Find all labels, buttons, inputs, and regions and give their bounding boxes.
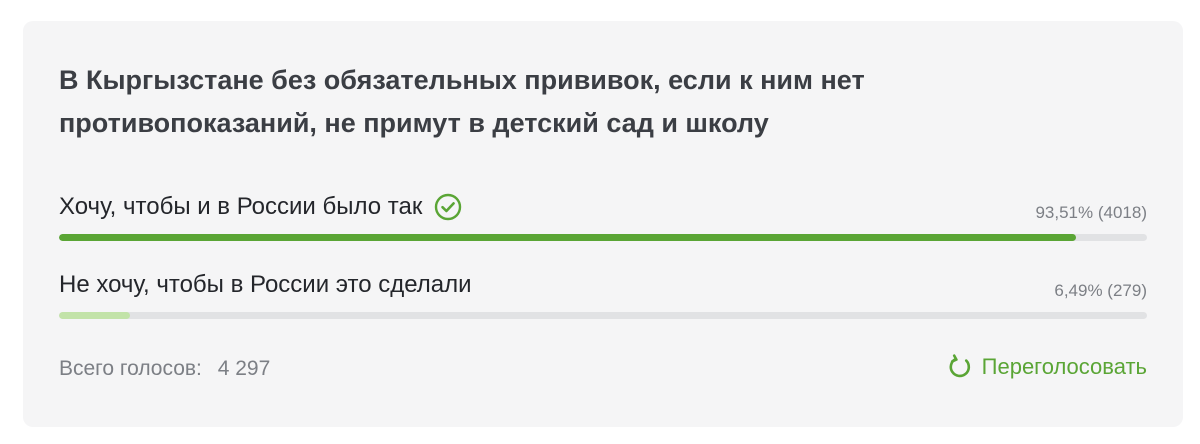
poll-option-2[interactable]: Не хочу, чтобы в России это сделали 6,49… <box>59 265 1147 319</box>
poll-option-stat: 93,51% (4018) <box>1035 203 1147 222</box>
revote-label: Переголосовать <box>981 354 1147 379</box>
total-votes: Всего голосов: 4 297 <box>59 357 270 381</box>
total-votes-label: Всего голосов: <box>59 357 202 380</box>
poll-option-label-wrap: Хочу, чтобы и в России было так <box>59 193 462 221</box>
poll-option-label: Не хочу, чтобы в России это сделали <box>59 271 472 298</box>
poll-option-track <box>59 234 1147 241</box>
poll-option-fill <box>59 312 130 319</box>
poll-option-label: Хочу, чтобы и в России было так <box>59 193 423 220</box>
poll-option-fill <box>59 234 1077 241</box>
poll-question: В Кыргызстане без обязательных прививок,… <box>59 65 865 138</box>
poll-option-stat: 6,49% (279) <box>1054 281 1147 300</box>
revote-button[interactable]: Переголосовать <box>947 354 1147 380</box>
poll-option-row: Хочу, чтобы и в России было так 93,51% (… <box>59 187 1147 227</box>
total-votes-value: 4 297 <box>217 357 271 380</box>
poll-option-row: Не хочу, чтобы в России это сделали 6,49… <box>59 265 1147 305</box>
poll-option-track <box>59 312 1147 319</box>
poll-card: В Кыргызстане без обязательных прививок,… <box>23 21 1183 427</box>
refresh-icon <box>949 354 970 378</box>
poll-option-1[interactable]: Хочу, чтобы и в России было так 93,51% (… <box>59 187 1147 241</box>
check-circle-icon <box>435 193 462 221</box>
poll-option-label-wrap: Не хочу, чтобы в России это сделали <box>59 271 472 299</box>
